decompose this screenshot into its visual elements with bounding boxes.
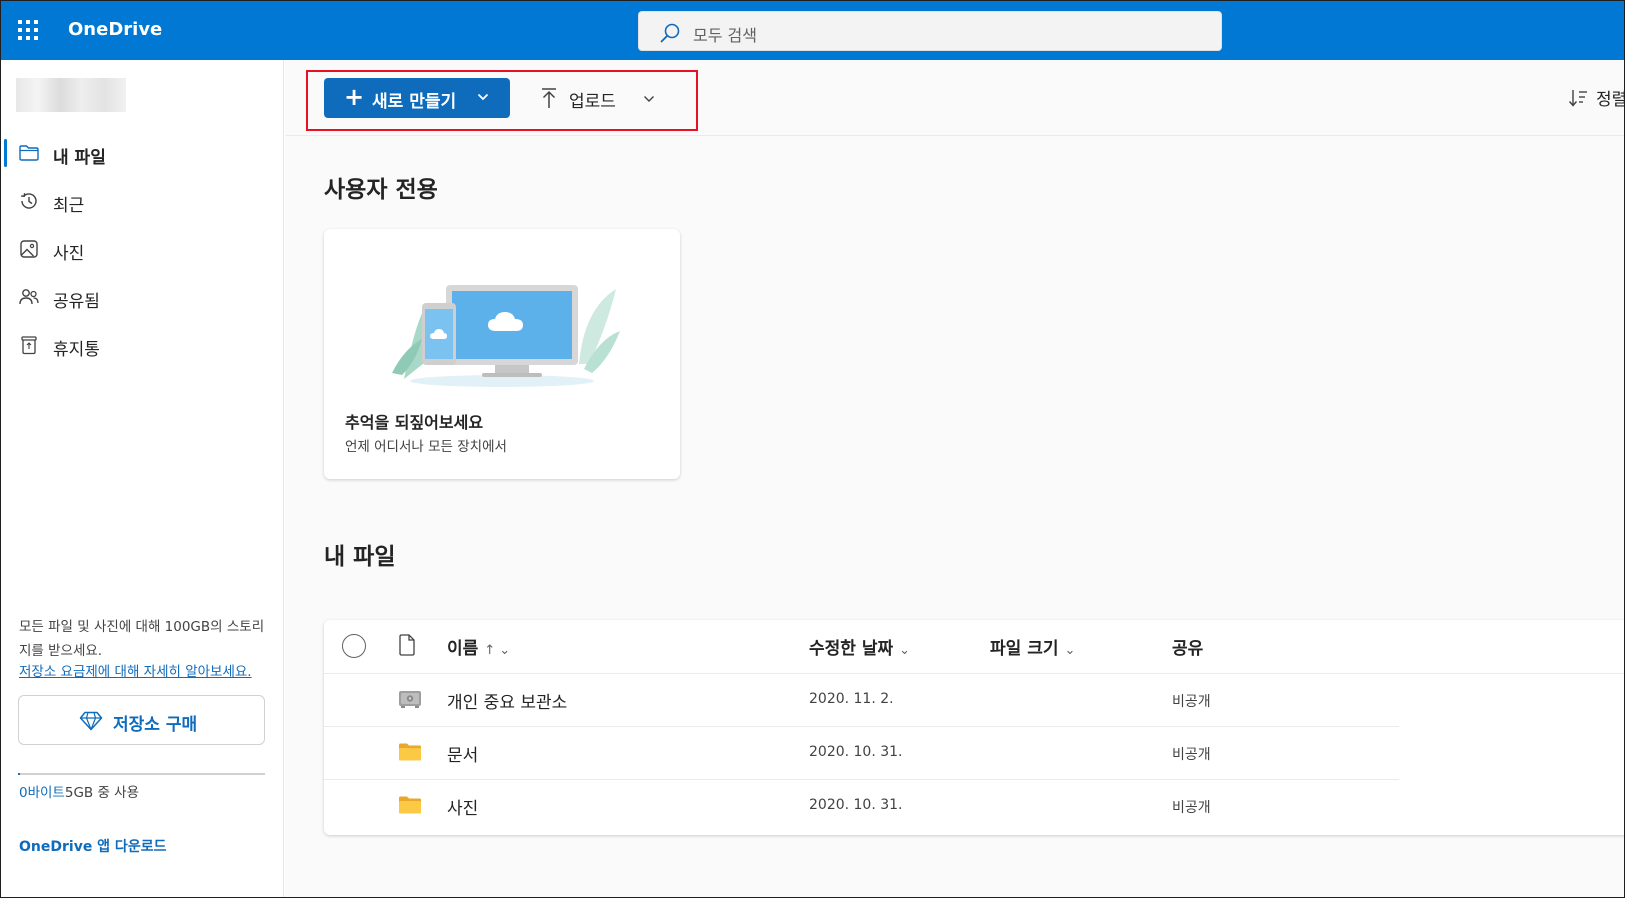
sidebar-item-my-files[interactable]: 내 파일	[0, 131, 284, 175]
app-header: OneDrive 모두 검색	[0, 0, 1625, 60]
memories-card[interactable]: 추억을 되짚어보세요 언제 어디서나 모든 장치에서	[324, 229, 680, 479]
file-name[interactable]: 개인 중요 보관소	[447, 688, 567, 713]
devices-cloud-illustration	[392, 285, 620, 387]
new-button-label: 새로 만들기	[372, 92, 457, 112]
search-input[interactable]: 모두 검색	[638, 11, 1222, 51]
column-name-label: 이름	[447, 639, 479, 659]
sidebar-item-label: 사진	[53, 244, 85, 264]
column-header-size[interactable]: 파일 크기 ⌄	[990, 634, 1075, 659]
app-name[interactable]: OneDrive	[68, 19, 162, 40]
sidebar-item-recycle-bin[interactable]: 휴지통	[0, 323, 284, 367]
sort-button[interactable]: 정렬	[1568, 82, 1625, 114]
search-placeholder: 모두 검색	[693, 26, 757, 45]
account-name-redacted	[16, 78, 126, 112]
file-sharing-status: 비공개	[1172, 800, 1211, 816]
toolbar-divider	[285, 135, 1625, 136]
people-icon	[19, 289, 39, 305]
column-header-name[interactable]: 이름 ↑ ⌄	[447, 634, 510, 659]
table-row[interactable]: 사진 2020. 10. 31. 비공개	[324, 780, 1399, 833]
vault-icon	[399, 691, 421, 708]
download-app-link[interactable]: OneDrive 앱 다운로드	[19, 836, 166, 856]
card-title: 추억을 되짚어보세요	[345, 413, 484, 432]
sidebar-item-recent[interactable]: 최근	[0, 179, 284, 223]
sort-icon	[1568, 90, 1587, 107]
search-icon	[660, 23, 680, 43]
sort-ascending-icon: ↑ ⌄	[484, 643, 511, 658]
chevron-down-icon: ⌄	[1064, 643, 1076, 658]
section-title-my-files: 내 파일	[324, 544, 396, 570]
column-modified-label: 수정한 날짜	[809, 639, 894, 659]
card-subtitle: 언제 어디서나 모든 장치에서	[345, 439, 507, 455]
sidebar-item-label: 최근	[53, 196, 85, 216]
upload-arrow-icon	[542, 88, 556, 108]
select-all-checkbox[interactable]	[342, 634, 366, 658]
new-button[interactable]: + 새로 만들기	[324, 78, 510, 118]
upload-button-label: 업로드	[569, 92, 616, 112]
folder-icon	[399, 796, 421, 814]
sort-button-label: 정렬	[1596, 90, 1625, 110]
diamond-icon	[79, 711, 103, 731]
buy-storage-label: 저장소 구매	[113, 715, 198, 735]
recycle-bin-icon	[21, 336, 37, 355]
file-sharing-status: 비공개	[1172, 747, 1211, 763]
sidebar-item-label: 내 파일	[53, 148, 106, 168]
storage-usage-fill	[18, 773, 20, 775]
file-modified-date: 2020. 11. 2.	[809, 691, 894, 707]
storage-usage-bar	[18, 773, 265, 775]
file-list-header: 이름 ↑ ⌄ 수정한 날짜 ⌄ 파일 크기 ⌄ 공유	[324, 620, 1625, 674]
storage-used-amount: 0바이트	[19, 785, 65, 801]
storage-promo-text: 모든 파일 및 사진에 대해 100GB의 스토리지를 받으세요.	[19, 619, 265, 659]
column-sharing-label: 공유	[1172, 639, 1204, 659]
file-modified-date: 2020. 10. 31.	[809, 744, 903, 760]
sidebar-item-label: 휴지통	[53, 340, 100, 360]
sidebar-item-shared[interactable]: 공유됨	[0, 275, 284, 319]
buy-storage-button[interactable]: 저장소 구매	[18, 695, 265, 745]
sidebar-item-label: 공유됨	[53, 292, 100, 312]
column-header-sharing[interactable]: 공유	[1172, 634, 1203, 659]
app-launcher-icon[interactable]	[18, 20, 38, 40]
storage-total-amount: 5GB 중 사용	[64, 785, 140, 801]
section-title-for-you: 사용자 전용	[324, 177, 438, 203]
file-sharing-status: 비공개	[1172, 694, 1211, 710]
photo-icon	[20, 240, 38, 258]
plus-icon: +	[344, 83, 365, 111]
file-name[interactable]: 문서	[447, 741, 478, 766]
column-size-label: 파일 크기	[990, 639, 1059, 659]
file-modified-date: 2020. 10. 31.	[809, 797, 903, 813]
storage-usage-text[interactable]: 0바이트5GB 중 사용	[19, 781, 139, 801]
upload-button[interactable]: 업로드	[533, 78, 663, 118]
main-content: + 새로 만들기 업로드 정렬 사용자 전용 추억을 되짚어보세요 언제 어디서…	[285, 60, 1625, 898]
sidebar-item-photos[interactable]: 사진	[0, 227, 284, 271]
file-name[interactable]: 사진	[447, 794, 478, 819]
file-type-icon	[399, 634, 415, 656]
folder-icon	[399, 743, 421, 761]
storage-plans-link[interactable]: 저장소 요금제에 대해 자세히 알아보세요.	[19, 663, 269, 681]
sidebar: 내 파일 최근 사진 공유됨 휴지통 모든 파일 및 사진에 대해 100GB의…	[0, 60, 284, 898]
column-header-modified[interactable]: 수정한 날짜 ⌄	[809, 634, 910, 659]
history-icon	[21, 193, 37, 209]
chevron-down-icon	[477, 93, 489, 101]
chevron-down-icon: ⌄	[899, 643, 911, 658]
table-row[interactable]: 개인 중요 보관소 2020. 11. 2. 비공개	[324, 674, 1399, 727]
folder-icon	[19, 145, 39, 161]
chevron-down-icon	[644, 96, 654, 102]
table-row[interactable]: 문서 2020. 10. 31. 비공개	[324, 727, 1399, 780]
file-list: 이름 ↑ ⌄ 수정한 날짜 ⌄ 파일 크기 ⌄ 공유 개인 중요 보관소 202…	[324, 620, 1625, 835]
